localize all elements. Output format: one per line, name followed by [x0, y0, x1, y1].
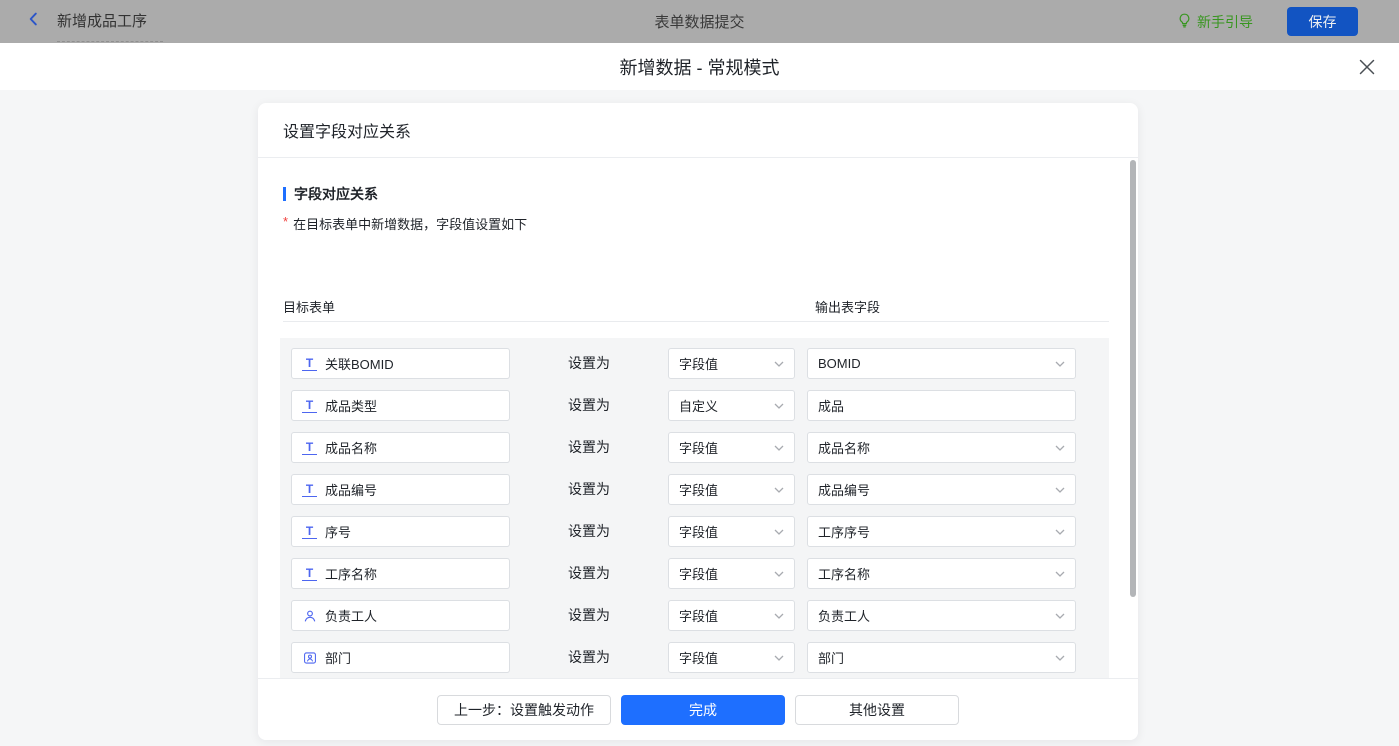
mode-select[interactable]: 字段值 [668, 516, 795, 547]
workflow-name[interactable]: 新增成品工序 [57, 0, 164, 42]
mapping-row: T 成品编号 设置为 字段值 成品编号 [291, 474, 1109, 505]
mapping-row: T 序号 设置为 字段值 工序序号 [291, 516, 1109, 547]
target-field-box: 部门 [291, 642, 510, 673]
chevron-down-icon [774, 403, 784, 409]
chevron-down-icon [774, 487, 784, 493]
card-header: 设置字段对应关系 [258, 103, 1138, 158]
close-icon[interactable] [1358, 58, 1375, 75]
mode-select[interactable]: 自定义 [668, 390, 795, 421]
chevron-down-icon [1055, 613, 1065, 619]
rows-container: T 关联BOMID 设置为 字段值 BOMID T 成品类型 设置为 自定义 成… [280, 338, 1109, 678]
mapping-row: 负责工人 设置为 字段值 负责工人 [291, 600, 1109, 631]
set-as-label: 设置为 [568, 397, 610, 413]
target-field-box: T 成品名称 [291, 432, 510, 463]
mode-select[interactable]: 字段值 [668, 348, 795, 379]
chevron-down-icon [774, 571, 784, 577]
value-select[interactable]: 工序名称 [807, 558, 1076, 589]
card-footer: 上一步：设置触发动作 完成 其他设置 [258, 678, 1138, 740]
chevron-down-icon [1055, 487, 1065, 493]
value-select[interactable]: 工序序号 [807, 516, 1076, 547]
required-note: * 在目标表单中新增数据，字段值设置如下 [283, 214, 527, 233]
mapping-row: T 关联BOMID 设置为 字段值 BOMID [291, 348, 1109, 379]
section-heading: 字段对应关系 [283, 184, 378, 204]
set-as-label: 设置为 [568, 439, 610, 455]
set-as-label: 设置为 [568, 565, 610, 581]
target-field-box: T 成品类型 [291, 390, 510, 421]
target-field-box: T 序号 [291, 516, 510, 547]
done-button[interactable]: 完成 [621, 694, 785, 725]
chevron-left-icon [26, 11, 41, 32]
chevron-down-icon [774, 655, 784, 661]
save-button[interactable]: 保存 [1287, 7, 1358, 36]
value-select[interactable]: 成品编号 [807, 474, 1076, 505]
chevron-down-icon [1055, 361, 1065, 367]
text-field-icon: T [302, 357, 317, 371]
value-select[interactable]: 成品名称 [807, 432, 1076, 463]
mode-select[interactable]: 字段值 [668, 642, 795, 673]
mapping-row: 部门 设置为 字段值 部门 [291, 642, 1109, 673]
field-mapping-card: 设置字段对应关系 字段对应关系 * 在目标表单中新增数据，字段值设置如下 目标表… [258, 103, 1138, 740]
mode-select[interactable]: 字段值 [668, 432, 795, 463]
beginner-guide-label: 新手引导 [1197, 13, 1253, 30]
chevron-down-icon [1055, 529, 1065, 535]
workflow-name-label: 新增成品工序 [57, 13, 148, 30]
chevron-down-icon [774, 445, 784, 451]
set-as-label: 设置为 [568, 355, 610, 371]
value-select[interactable]: 成品 [807, 390, 1076, 421]
text-field-icon: T [302, 483, 317, 497]
note-text: 在目标表单中新增数据，字段值设置如下 [293, 217, 528, 232]
text-field-icon: T [302, 567, 317, 581]
modal-title: 新增数据 - 常规模式 [619, 57, 780, 78]
mapping-row: T 工序名称 设置为 字段值 工序名称 [291, 558, 1109, 589]
chevron-down-icon [1055, 445, 1065, 451]
dept-field-icon [302, 651, 317, 665]
section-title: 字段对应关系 [294, 186, 378, 202]
target-field-box: T 关联BOMID [291, 348, 510, 379]
mapping-row: T 成品类型 设置为 自定义 成品 [291, 390, 1109, 421]
column-headers: 目标表单 输出表字段 [283, 294, 1109, 322]
member-field-icon [302, 609, 317, 623]
value-select[interactable]: 负责工人 [807, 600, 1076, 631]
value-select[interactable]: BOMID [807, 348, 1076, 379]
set-as-label: 设置为 [568, 481, 610, 497]
chevron-down-icon [774, 613, 784, 619]
set-as-label: 设置为 [568, 607, 610, 623]
beginner-guide-link[interactable]: 新手引导 [1177, 12, 1253, 32]
card-content: 字段对应关系 * 在目标表单中新增数据，字段值设置如下 目标表单 输出表字段 T… [258, 158, 1138, 678]
column-target-form: 目标表单 [283, 300, 336, 315]
other-settings-button[interactable]: 其他设置 [795, 694, 959, 725]
text-field-icon: T [302, 399, 317, 413]
mode-select[interactable]: 字段值 [668, 600, 795, 631]
value-select[interactable]: 部门 [807, 642, 1076, 673]
chevron-down-icon [1055, 655, 1065, 661]
topbar-actions: 新手引导 保存 [1177, 0, 1358, 43]
text-field-icon: T [302, 441, 317, 455]
target-field-box: T 成品编号 [291, 474, 510, 505]
target-field-box: 负责工人 [291, 600, 510, 631]
section-marker [283, 187, 286, 201]
column-output-fields: 输出表字段 [815, 300, 881, 315]
mode-select[interactable]: 字段值 [668, 474, 795, 505]
scrollbar-thumb[interactable] [1130, 160, 1136, 597]
lightbulb-icon [1177, 12, 1192, 31]
text-field-icon: T [302, 525, 317, 539]
back-button[interactable] [24, 12, 42, 30]
mapping-row: T 成品名称 设置为 字段值 成品名称 [291, 432, 1109, 463]
previous-step-button[interactable]: 上一步：设置触发动作 [437, 694, 611, 725]
modal-header: 新增数据 - 常规模式 [0, 43, 1399, 90]
set-as-label: 设置为 [568, 523, 610, 539]
chevron-down-icon [774, 361, 784, 367]
set-as-label: 设置为 [568, 649, 610, 665]
chevron-down-icon [1055, 571, 1065, 577]
required-asterisk: * [283, 214, 289, 229]
chevron-down-icon [774, 529, 784, 535]
target-field-box: T 工序名称 [291, 558, 510, 589]
mode-select[interactable]: 字段值 [668, 558, 795, 589]
top-bar: 新增成品工序 表单数据提交 新手引导 保存 [0, 0, 1399, 43]
